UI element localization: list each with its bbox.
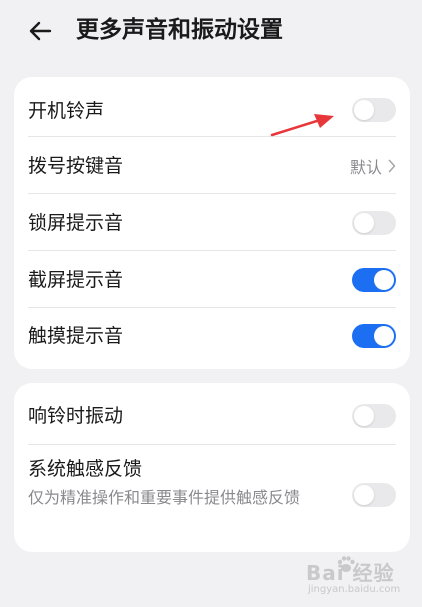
haptic-feedback-description: 仅为精准操作和重要事件提供触感反馈 [28,488,301,507]
lock-screen-tone-row[interactable]: 锁屏提示音 [14,194,410,250]
touch-tone-label: 触摸提示音 [28,325,124,347]
haptic-feedback-label: 系统触感反馈 [28,458,143,480]
dial-keypad-tone-label: 拨号按键音 [28,155,124,177]
vibrate-on-ring-row[interactable]: 响铃时振动 [14,383,410,443]
toggle-knob [374,326,394,346]
paw-logo-icon [337,556,355,572]
dial-keypad-tone-value[interactable]: 默认 [350,154,396,178]
lock-screen-tone-toggle[interactable] [352,211,396,235]
back-arrow-icon [29,21,52,41]
dial-keypad-tone-value-text: 默认 [349,158,382,177]
touch-tone-row[interactable]: 触摸提示音 [14,308,410,369]
back-button[interactable] [26,16,56,46]
page-title: 更多声音和振动设置 [76,17,283,43]
lock-screen-tone-label: 锁屏提示音 [28,212,124,234]
toggle-knob [354,100,374,120]
header: 更多声音和振动设置 [0,0,422,62]
vibration-settings-card: 响铃时振动 系统触感反馈 仅为精准操作和重要事件提供触感反馈 [14,383,410,552]
screenshot-tone-toggle[interactable] [352,268,396,292]
haptic-feedback-toggle[interactable] [352,483,396,507]
watermark: Bai 经验 jingyan.baidu.com [300,553,404,599]
chevron-right-icon [388,159,396,173]
vibrate-on-ring-toggle[interactable] [352,404,396,428]
dial-keypad-tone-row[interactable]: 拨号按键音 默认 [14,137,410,193]
touch-tone-toggle[interactable] [352,324,396,348]
watermark-url: jingyan.baidu.com [308,584,401,595]
vibrate-on-ring-label: 响铃时振动 [28,405,124,427]
boot-ringtone-label: 开机铃声 [28,100,105,122]
toggle-knob [354,213,374,233]
boot-ringtone-toggle[interactable] [352,98,396,122]
toggle-knob [354,406,374,426]
toggle-knob [374,270,394,290]
screenshot-tone-row[interactable]: 截屏提示音 [14,251,410,307]
haptic-feedback-row[interactable]: 系统触感反馈 仅为精准操作和重要事件提供触感反馈 [14,445,410,552]
sound-settings-card: 开机铃声 拨号按键音 默认 锁屏提示音 截屏提示音 触摸提示音 [14,77,410,369]
toggle-knob [354,485,374,505]
boot-ringtone-row[interactable]: 开机铃声 [14,77,410,135]
screenshot-tone-label: 截屏提示音 [28,269,124,291]
